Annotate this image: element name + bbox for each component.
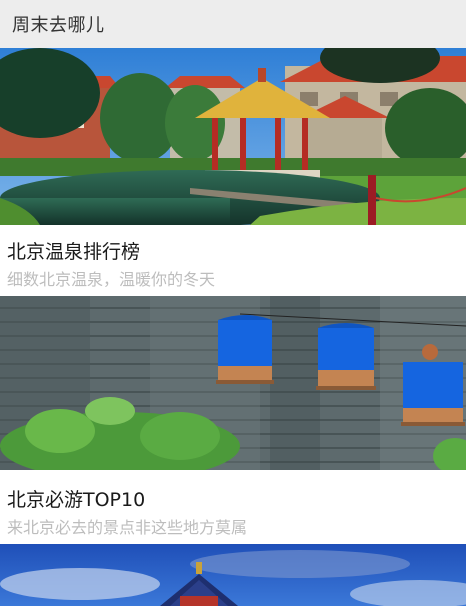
card-beijing-top10[interactable]: 北京必游TOP10 来北京必去的景点非这些地方莫属 [0, 296, 466, 544]
card-title: 北京必游TOP10 [7, 489, 146, 511]
header-bar: 周末去哪儿 [0, 0, 466, 48]
card-title: 北京温泉排行榜 [7, 241, 141, 263]
card-subtitle: 细数北京温泉，温暖你的冬天 [7, 270, 216, 289]
hot-spring-pavilion-photo[interactable] [0, 48, 466, 225]
page: 周末去哪儿 北京温泉排行榜 细数北京温泉，温暖你的冬天 北京必游TOP10 来北… [0, 0, 466, 606]
card-subtitle: 来北京必去的景点非这些地方莫属 [7, 518, 248, 537]
card-hot-springs[interactable]: 北京温泉排行榜 细数北京温泉，温暖你的冬天 [0, 48, 466, 296]
temple-of-heaven-photo[interactable] [0, 544, 466, 606]
birdcage-wall-photo[interactable] [0, 296, 466, 470]
card-temple-of-heaven[interactable] [0, 544, 466, 606]
page-title: 周末去哪儿 [12, 15, 105, 36]
